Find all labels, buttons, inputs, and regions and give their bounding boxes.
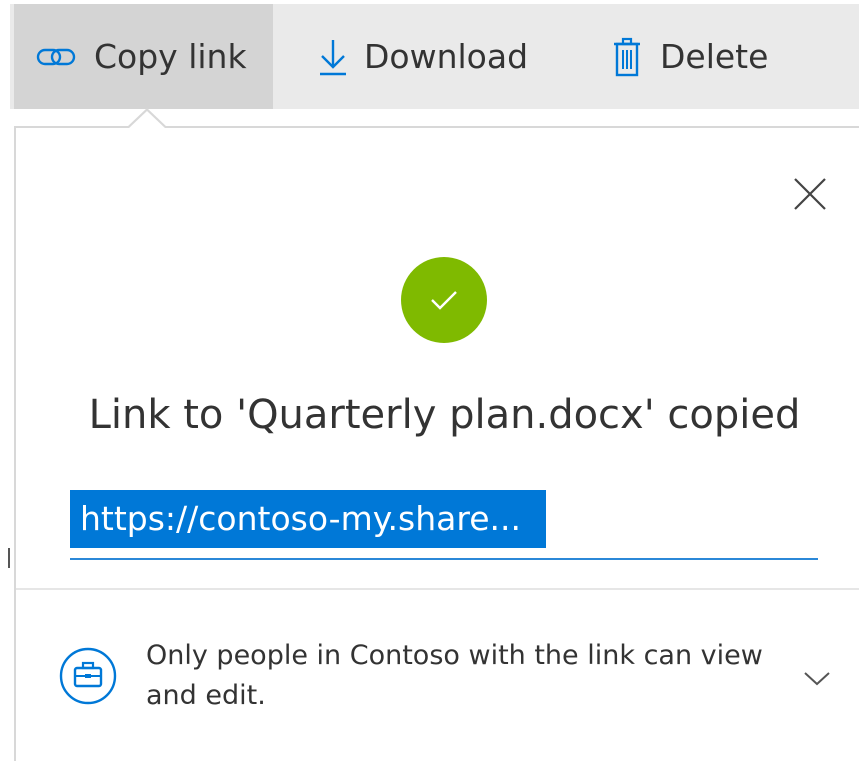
close-button[interactable] <box>786 170 834 218</box>
divider <box>16 588 859 590</box>
delete-label: Delete <box>660 37 769 76</box>
trash-icon <box>612 37 642 77</box>
checkmark-icon <box>431 291 457 310</box>
link-url-field[interactable]: https://contoso-my.share... <box>70 488 818 560</box>
command-bar: Copy link Download Delete <box>10 4 859 109</box>
success-indicator <box>401 257 487 343</box>
briefcase-icon <box>58 646 118 706</box>
link-permissions-text: Only people in Contoso with the link can… <box>146 640 763 711</box>
close-icon <box>794 178 826 210</box>
download-button[interactable]: Download <box>312 4 528 109</box>
edge-marker <box>8 548 10 568</box>
link-icon <box>36 44 76 70</box>
chevron-down-icon[interactable] <box>802 668 832 688</box>
share-page: Copy link Download Delete Link to 'Quart… <box>0 0 859 761</box>
download-icon <box>318 38 348 76</box>
delete-button[interactable]: Delete <box>600 4 768 109</box>
copy-link-button[interactable]: Copy link <box>14 4 273 109</box>
link-permissions-row[interactable]: Only people in Contoso with the link can… <box>16 592 859 761</box>
copy-link-label: Copy link <box>94 37 247 76</box>
link-url-text[interactable]: https://contoso-my.share... <box>70 490 546 548</box>
link-copied-message: Link to 'Quarterly plan.docx' copied <box>88 392 801 438</box>
download-label: Download <box>364 37 529 76</box>
